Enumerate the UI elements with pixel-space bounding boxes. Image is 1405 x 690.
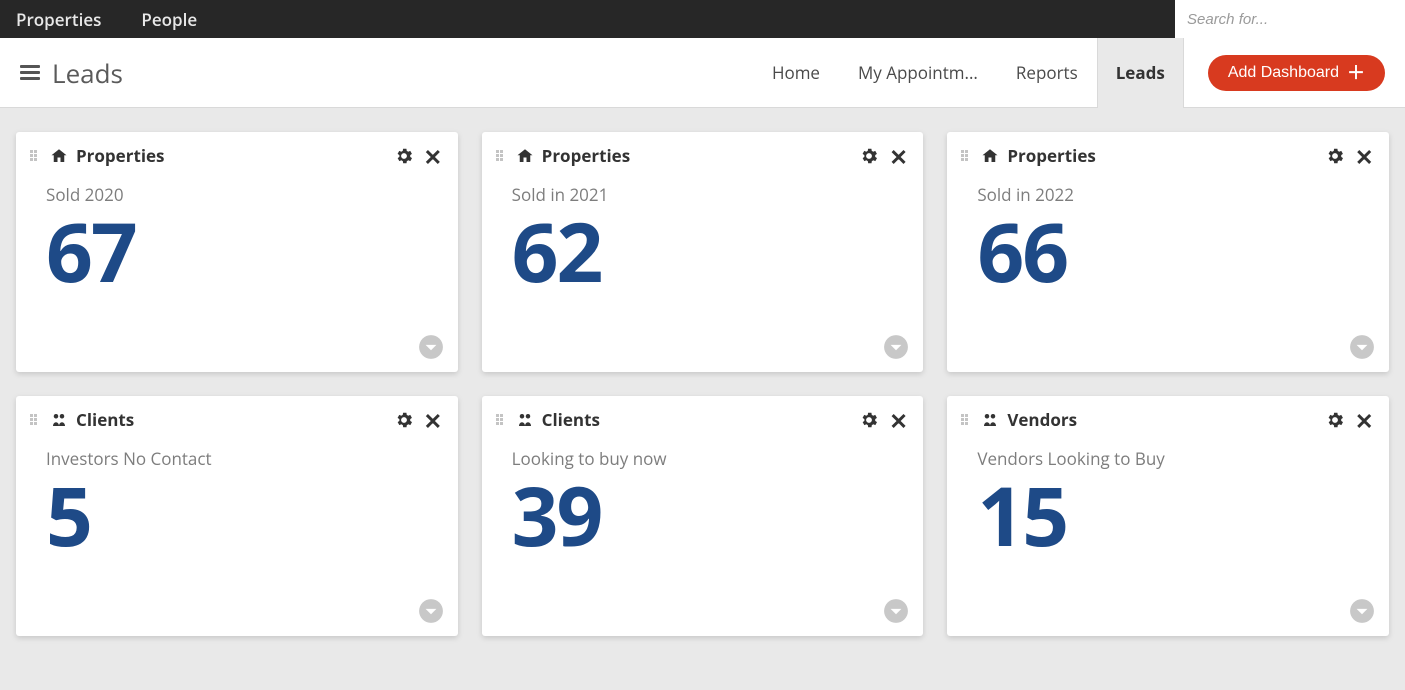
tab-appointments[interactable]: My Appointm...	[839, 38, 997, 108]
close-icon[interactable]: ✕	[1355, 146, 1375, 166]
people-icon	[981, 411, 999, 429]
subbar: Leads Home My Appointm... Reports Leads …	[0, 38, 1405, 108]
add-dashboard-label: Add Dashboard	[1228, 64, 1339, 82]
people-icon	[50, 411, 68, 429]
page-title: Leads	[52, 55, 123, 91]
expand-icon[interactable]	[883, 334, 909, 360]
home-icon	[981, 147, 999, 165]
card-value: 67	[46, 210, 436, 292]
card-properties-2021: Properties ✕ Sold in 2021 62	[482, 132, 924, 372]
drag-handle-icon[interactable]	[30, 413, 40, 427]
tab-home[interactable]: Home	[753, 38, 839, 108]
gear-icon[interactable]	[859, 146, 879, 166]
card-value: 5	[46, 474, 436, 556]
hamburger-icon[interactable]	[20, 65, 40, 80]
card-value: 66	[977, 210, 1367, 292]
close-icon[interactable]: ✕	[1355, 410, 1375, 430]
card-properties-2022: Properties ✕ Sold in 2022 66	[947, 132, 1389, 372]
card-title: Clients	[76, 408, 134, 431]
search-input[interactable]	[1175, 0, 1405, 38]
drag-handle-icon[interactable]	[961, 149, 971, 163]
card-title: Vendors	[1007, 408, 1077, 431]
card-title: Properties	[542, 144, 631, 167]
expand-icon[interactable]	[418, 334, 444, 360]
close-icon[interactable]: ✕	[889, 410, 909, 430]
tab-reports[interactable]: Reports	[997, 38, 1097, 108]
add-dashboard-button[interactable]: Add Dashboard ＋	[1208, 55, 1385, 91]
drag-handle-icon[interactable]	[30, 149, 40, 163]
topnav-people[interactable]: People	[141, 8, 197, 31]
card-title: Properties	[76, 144, 165, 167]
card-title: Clients	[542, 408, 600, 431]
sub-nav: Home My Appointm... Reports Leads	[753, 38, 1184, 108]
home-icon	[50, 147, 68, 165]
card-value: 15	[977, 474, 1367, 556]
expand-icon[interactable]	[1349, 598, 1375, 624]
topbar: Properties People	[0, 0, 1405, 38]
card-subtext: Investors No Contact	[46, 447, 436, 470]
card-clients-looking: Clients ✕ Looking to buy now 39	[482, 396, 924, 636]
expand-icon[interactable]	[418, 598, 444, 624]
people-icon	[516, 411, 534, 429]
card-value: 62	[512, 210, 902, 292]
gear-icon[interactable]	[1325, 410, 1345, 430]
drag-handle-icon[interactable]	[961, 413, 971, 427]
home-icon	[516, 147, 534, 165]
gear-icon[interactable]	[1325, 146, 1345, 166]
search-wrap	[1175, 0, 1405, 38]
expand-icon[interactable]	[883, 598, 909, 624]
close-icon[interactable]: ✕	[424, 410, 444, 430]
tab-leads[interactable]: Leads	[1097, 38, 1184, 108]
drag-handle-icon[interactable]	[496, 149, 506, 163]
gear-icon[interactable]	[394, 146, 414, 166]
dashboard-grid: Properties ✕ Sold 2020 67 Properties ✕ S…	[0, 108, 1405, 660]
close-icon[interactable]: ✕	[424, 146, 444, 166]
card-properties-2020: Properties ✕ Sold 2020 67	[16, 132, 458, 372]
card-clients-investors: Clients ✕ Investors No Contact 5	[16, 396, 458, 636]
expand-icon[interactable]	[1349, 334, 1375, 360]
gear-icon[interactable]	[859, 410, 879, 430]
drag-handle-icon[interactable]	[496, 413, 506, 427]
card-value: 39	[512, 474, 902, 556]
close-icon[interactable]: ✕	[889, 146, 909, 166]
card-title: Properties	[1007, 144, 1096, 167]
plus-icon: ＋	[1347, 64, 1365, 82]
topnav-properties[interactable]: Properties	[16, 8, 101, 31]
card-vendors: Vendors ✕ Vendors Looking to Buy 15	[947, 396, 1389, 636]
gear-icon[interactable]	[394, 410, 414, 430]
